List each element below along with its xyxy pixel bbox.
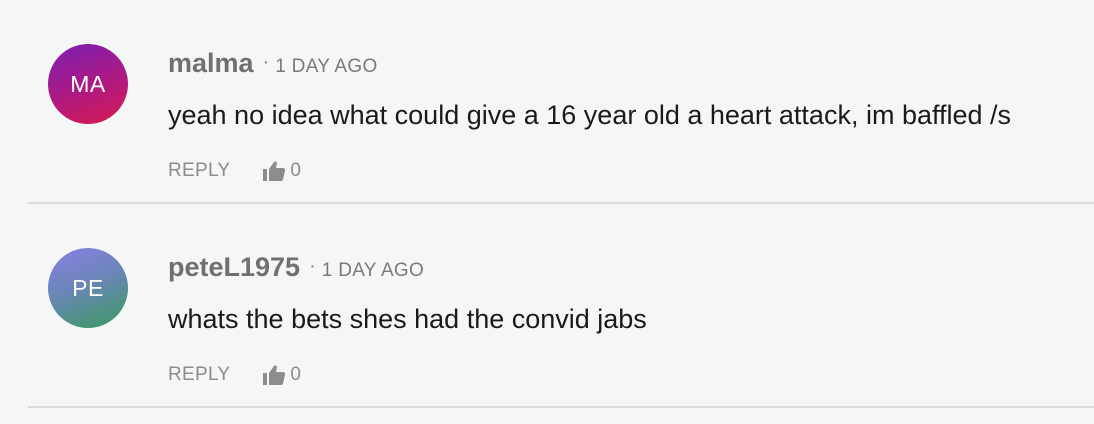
comment-text: yeah no idea what could give a 16 year o…: [168, 100, 1012, 130]
avatar[interactable]: PE: [48, 248, 128, 328]
like-count: 0: [290, 364, 301, 385]
comment-text: whats the bets shes had the convid jabs: [168, 304, 647, 334]
meta-separator: ·: [262, 51, 270, 73]
author-name[interactable]: malma: [168, 48, 254, 79]
timestamp: 1 DAY AGO: [321, 260, 425, 281]
like-count: 0: [290, 160, 301, 181]
divider: [28, 406, 1094, 408]
reply-button[interactable]: REPLY: [168, 160, 230, 182]
avatar[interactable]: MA: [48, 44, 128, 124]
comment: MA malma · 1 DAY AGO yeah no idea what c…: [0, 0, 1094, 204]
author-name[interactable]: peteL1975: [168, 252, 300, 283]
reply-button[interactable]: REPLY: [168, 364, 230, 386]
comment-actions: REPLY 0: [168, 158, 301, 184]
meta-separator: ·: [309, 255, 316, 277]
comment-meta: malma · 1 DAY AGO: [168, 48, 378, 82]
timestamp: 1 DAY AGO: [275, 56, 378, 77]
comment-meta: peteL1975 · 1 DAY AGO: [168, 252, 424, 286]
comment-list: MA malma · 1 DAY AGO yeah no idea what c…: [0, 0, 1094, 424]
comment: PE peteL1975 · 1 DAY AGO whats the bets …: [0, 204, 1094, 408]
like-button[interactable]: 0: [262, 160, 301, 182]
like-button[interactable]: 0: [262, 364, 301, 386]
thumbs-up-icon: [263, 161, 286, 181]
thumbs-up-icon: [263, 365, 286, 385]
comment-actions: REPLY 0: [168, 362, 301, 388]
